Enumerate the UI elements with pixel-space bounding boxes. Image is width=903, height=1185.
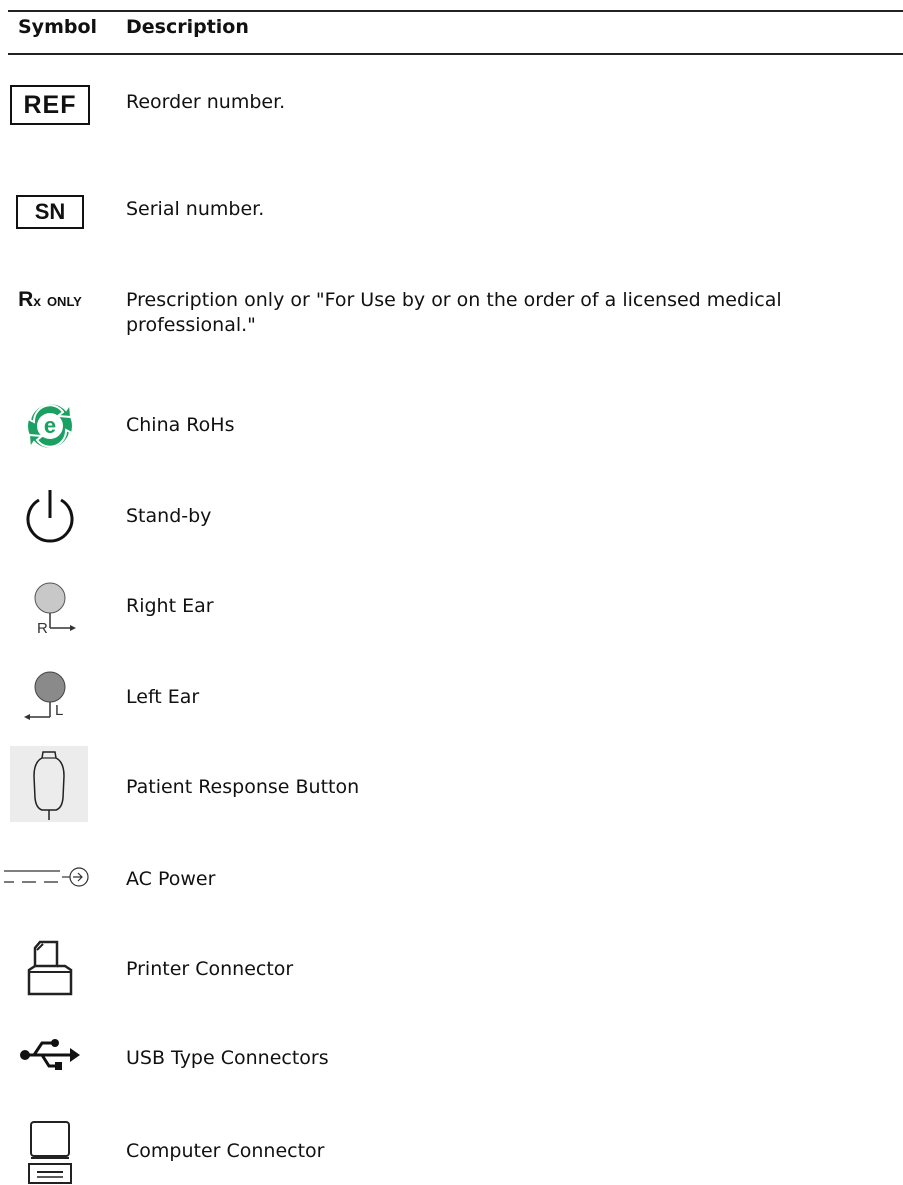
description-text: USB Type Connectors	[126, 1047, 329, 1069]
description-text: Reorder number.	[126, 91, 286, 113]
table-row: e China RoHs	[0, 400, 903, 452]
ref-icon: REF	[10, 80, 90, 130]
rx-letter: R	[18, 288, 34, 311]
rx-only-icon: Rx ONLY	[10, 287, 90, 313]
ref-icon-text: REF	[23, 90, 77, 119]
description-text: Left Ear	[126, 686, 200, 708]
china-rohs-icon: e	[10, 400, 90, 452]
table-row: Patient Response Button	[0, 746, 903, 822]
right-ear-letter: R	[37, 620, 48, 634]
description-text: Patient Response Button	[126, 776, 360, 798]
usb-icon	[10, 1035, 90, 1075]
left-ear-letter: L	[55, 702, 63, 719]
rx-subscript: x	[33, 293, 42, 309]
table-row: L Left Ear	[0, 669, 903, 723]
printer-connector-icon	[10, 940, 90, 998]
table-row: Computer Connector	[0, 1120, 903, 1185]
table-row: USB Type Connectors	[0, 1035, 903, 1075]
table-row: Printer Connector	[0, 940, 903, 998]
patient-response-button-icon	[10, 746, 88, 822]
serial-number-icon-text: SN	[34, 199, 66, 224]
table-header-rule	[8, 53, 903, 55]
description-text: Right Ear	[126, 595, 214, 617]
table-top-rule	[8, 10, 903, 12]
serial-number-icon: SN	[10, 192, 90, 232]
description-text: Computer Connector	[126, 1140, 325, 1162]
table-row: REF Reorder number.	[0, 80, 903, 130]
computer-connector-icon	[10, 1120, 90, 1185]
right-ear-icon: R	[10, 580, 90, 634]
rx-only-word: ONLY	[46, 294, 82, 309]
description-text: Stand-by	[126, 505, 212, 527]
description-text: Prescription only or "For Use by or on t…	[126, 289, 782, 336]
description-text: China RoHs	[126, 414, 235, 436]
left-ear-icon: L	[10, 669, 90, 723]
svg-text:e: e	[44, 413, 56, 438]
header-description: Description	[126, 16, 249, 38]
ac-power-icon	[2, 862, 102, 894]
standby-icon	[10, 488, 90, 544]
description-text: Serial number.	[126, 198, 265, 220]
table-row: SN Serial number.	[0, 192, 903, 232]
table-row: Stand-by	[0, 488, 903, 544]
description-text: AC Power	[126, 868, 216, 890]
table-row: Rx ONLY Prescription only or "For Use by…	[0, 287, 903, 347]
table-row: R Right Ear	[0, 580, 903, 634]
table-row: AC Power	[0, 862, 903, 894]
header-symbol: Symbol	[18, 16, 98, 38]
description-text: Printer Connector	[126, 958, 294, 980]
